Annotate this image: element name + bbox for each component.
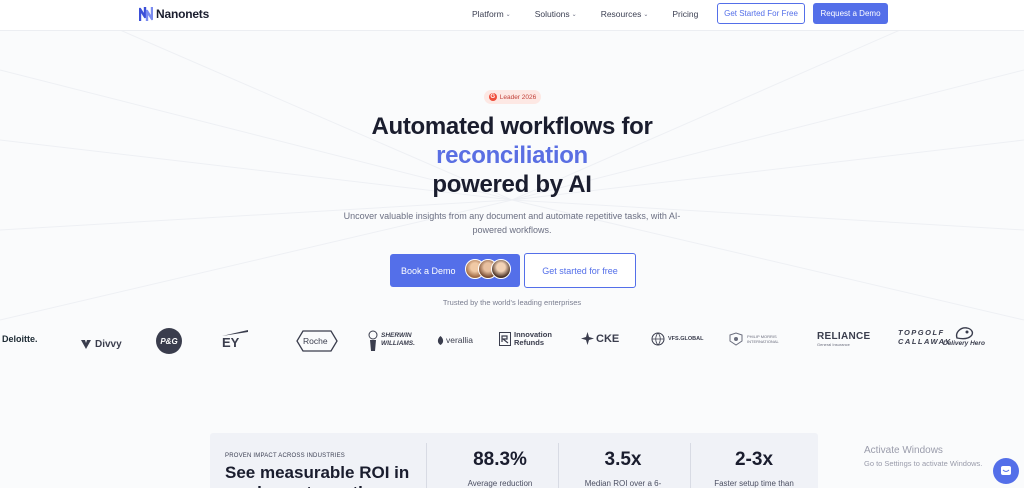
avatar (491, 259, 511, 279)
leader-badge-label: Leader 2026 (499, 93, 537, 101)
stat-label: Average reduction (467, 479, 533, 488)
stats-divider (690, 443, 691, 488)
nav-links: Platform ⌄ Solutions ⌄ Resources ⌄ Prici… (472, 9, 722, 19)
g2-icon: G (488, 93, 497, 101)
vfs-globe-icon (651, 332, 665, 346)
logo-divvy: Divvy (80, 338, 122, 350)
logo-innovation-refunds: Innovation Refunds (499, 331, 552, 347)
roi-stats-panel: PROVEN IMPACT ACROSS INDUSTRIES See meas… (210, 433, 818, 488)
book-demo-button[interactable]: Book a Demo (390, 254, 520, 287)
logo-vfs-global: VFS.GLOBAL (651, 332, 703, 346)
stats-divider (558, 443, 559, 488)
logo-roche: Roche (296, 330, 338, 352)
roche-label: Roche (303, 336, 328, 346)
stat-value: 2-3x (734, 449, 774, 470)
ey-label: EY (222, 335, 240, 350)
nav-solutions-label: Solutions (534, 9, 570, 19)
logo-reliance: RELIANCE General Insurance (817, 331, 871, 347)
logo-philip-morris: PHILIP MORRIS INTERNATIONAL (728, 332, 779, 346)
cke-star-icon (581, 332, 594, 345)
reliance-label: RELIANCE (817, 331, 871, 342)
book-demo-label: Book a Demo (401, 265, 456, 276)
stat-item: 2-3x Faster setup time than (703, 449, 805, 488)
brand-name: Nanonets (156, 7, 210, 21)
brand-logo[interactable]: Nanonets (139, 6, 209, 22)
sherwin-globe-icon (368, 330, 378, 351)
nav-platform-label: Platform (472, 9, 504, 19)
client-logos: Deloitte. Divvy P&G EY Roche SHERWIN WIL… (0, 322, 1024, 358)
logo-pg: P&G (156, 328, 182, 354)
hero-title-line3: powered by AI (432, 171, 592, 198)
topgolf-label-1: TOPGOLF (898, 328, 945, 337)
delivery-hero-mark-icon (955, 327, 974, 340)
verallia-leaf-icon (437, 335, 444, 345)
nav-pricing[interactable]: Pricing (672, 9, 698, 19)
request-demo-button[interactable]: Request a Demo (813, 3, 888, 24)
cke-label: CKE (596, 332, 620, 345)
get-started-free-button[interactable]: Get started for free (524, 253, 636, 288)
chevron-down-icon: ⌄ (505, 11, 511, 18)
logo-sherwin-williams: SHERWIN WILLIAMS. (368, 328, 415, 352)
nanonets-logo-icon (139, 7, 153, 21)
chevron-down-icon: ⌄ (571, 11, 577, 18)
hero-title-line1: Automated workflows for (371, 113, 653, 140)
reliance-sub-label: General Insurance (817, 342, 850, 347)
logo-delivery-hero: Delivery Hero (943, 326, 985, 347)
philip-label-2: INTERNATIONAL (747, 339, 779, 344)
sherwin-label-1: SHERWIN (381, 332, 412, 339)
page: Nanonets Platform ⌄ Solutions ⌄ Resource… (0, 0, 1024, 488)
trusted-by-text: Trusted by the world's leading enterpris… (442, 298, 582, 307)
logo-deloitte: Deloitte. (2, 334, 38, 344)
innovation-label-2: Refunds (514, 338, 544, 347)
nav-platform[interactable]: Platform ⌄ (472, 9, 511, 19)
watermark-title: Activate Windows (864, 445, 943, 456)
top-nav: Nanonets Platform ⌄ Solutions ⌄ Resource… (0, 0, 1024, 31)
logo-ey: EY (222, 330, 248, 350)
watermark-subtitle: Go to Settings to activate Windows. (864, 459, 983, 468)
nav-resources[interactable]: Resources ⌄ (601, 9, 649, 19)
philip-morris-crest-icon (729, 332, 743, 346)
divvy-label: Divvy (95, 338, 122, 350)
vfs-label: VFS.GLOBAL (668, 336, 704, 342)
hero-title-highlight: reconciliation (436, 142, 588, 169)
chat-launcher-button[interactable] (993, 458, 1019, 484)
stat-label: Faster setup time than (714, 479, 794, 488)
sherwin-label-2: WILLIAMS. (381, 340, 415, 347)
get-started-nav-button[interactable]: Get Started For Free (717, 3, 805, 24)
delivery-hero-label: Delivery Hero (943, 340, 985, 347)
stat-item: 88.3% Average reduction (450, 449, 550, 488)
stats-divider (426, 443, 427, 488)
stat-item: 3.5x Median ROI over a 6- (573, 449, 673, 488)
stat-value: 88.3% (473, 449, 527, 470)
hero-subtitle: Uncover valuable insights from any docum… (343, 211, 681, 235)
leader-badge: G Leader 2026 (484, 90, 541, 104)
nav-solutions[interactable]: Solutions ⌄ (535, 9, 577, 19)
stat-value: 3.5x (604, 449, 642, 470)
stats-title: See measurable ROI in weeks, not months (225, 463, 410, 488)
divvy-mark-icon (81, 340, 91, 349)
activate-windows-watermark: Activate Windows Go to Settings to activ… (864, 445, 982, 468)
chat-icon (1001, 466, 1011, 475)
stat-label: Median ROI over a 6- (584, 479, 662, 488)
stats-eyebrow: PROVEN IMPACT ACROSS INDUSTRIES (225, 453, 345, 459)
nav-pricing-label: Pricing (672, 9, 699, 19)
team-avatars (465, 259, 511, 279)
innovation-refunds-mark-icon (499, 332, 511, 346)
logo-verallia: verallia (437, 335, 473, 345)
verallia-label: verallia (446, 335, 473, 345)
chevron-down-icon: ⌄ (643, 11, 649, 18)
logo-cke: CKE (581, 332, 619, 345)
nav-resources-label: Resources (600, 9, 642, 19)
